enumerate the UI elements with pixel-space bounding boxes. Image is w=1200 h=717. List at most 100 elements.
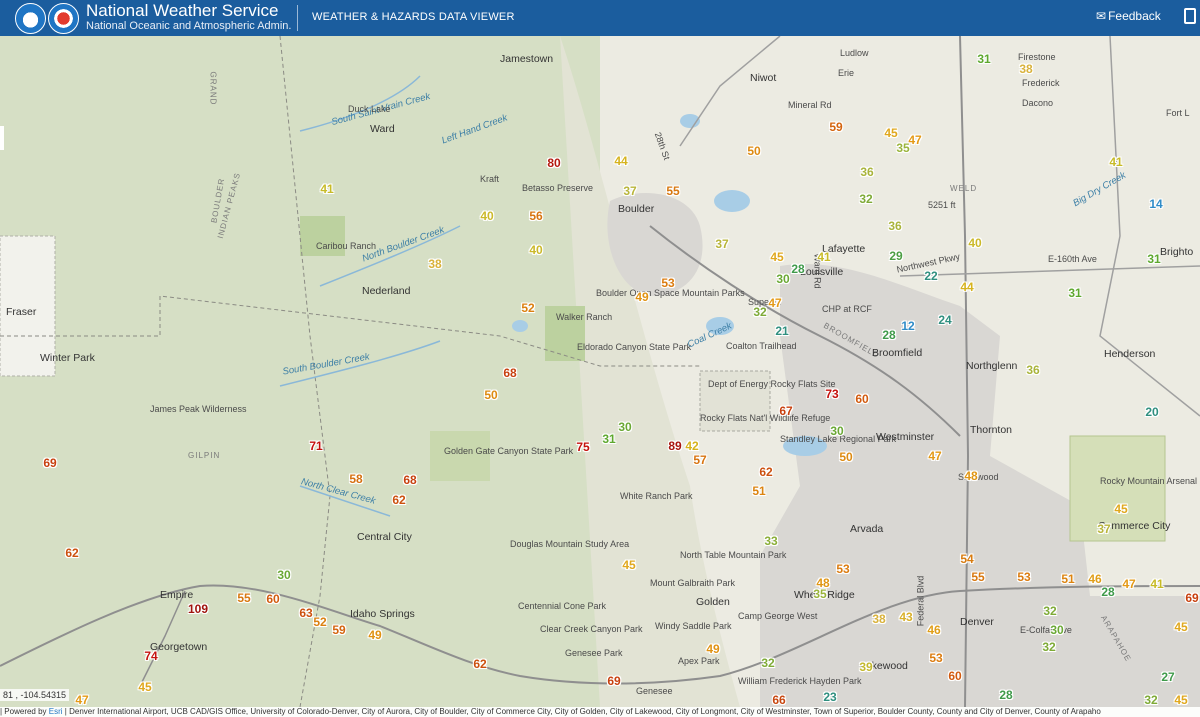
reading-marker[interactable]: 42 [685, 440, 698, 452]
reading-marker[interactable]: 53 [1017, 571, 1030, 583]
reading-marker[interactable]: 45 [1174, 694, 1187, 706]
reading-marker[interactable]: 60 [948, 670, 961, 682]
reading-marker[interactable]: 55 [237, 592, 250, 604]
reading-marker[interactable]: 12 [901, 320, 914, 332]
reading-marker[interactable]: 45 [138, 681, 151, 693]
reading-marker[interactable]: 57 [693, 454, 706, 466]
reading-marker[interactable]: 27 [1161, 671, 1174, 683]
reading-marker[interactable]: 45 [1174, 621, 1187, 633]
reading-marker[interactable]: 23 [823, 691, 836, 703]
reading-marker[interactable]: 66 [772, 694, 785, 706]
reading-marker[interactable]: 30 [618, 421, 631, 433]
map-canvas[interactable]: Jamestown South Saint Vrain Creek Duck L… [0, 36, 1200, 707]
reading-marker[interactable]: 32 [859, 193, 872, 205]
reading-marker[interactable]: 28 [999, 689, 1012, 701]
reading-marker[interactable]: 109 [188, 603, 208, 615]
reading-marker[interactable]: 62 [759, 466, 772, 478]
reading-marker[interactable]: 45 [770, 251, 783, 263]
reading-marker[interactable]: 60 [266, 593, 279, 605]
reading-marker[interactable]: 68 [503, 367, 516, 379]
reading-marker[interactable]: 49 [635, 291, 648, 303]
reading-marker[interactable]: 62 [392, 494, 405, 506]
reading-marker[interactable]: 63 [299, 607, 312, 619]
nws-logo-icon[interactable] [48, 3, 79, 34]
reading-marker[interactable]: 67 [779, 405, 792, 417]
reading-marker[interactable]: 14 [1149, 198, 1162, 210]
map-side-control[interactable] [0, 126, 4, 150]
reading-marker[interactable]: 75 [576, 441, 589, 453]
reading-marker[interactable]: 51 [1061, 573, 1074, 585]
reading-marker[interactable]: 59 [829, 121, 842, 133]
reading-marker[interactable]: 35 [896, 142, 909, 154]
reading-marker[interactable]: 38 [428, 258, 441, 270]
reading-marker[interactable]: 29 [889, 250, 902, 262]
reading-marker[interactable]: 47 [928, 450, 941, 462]
reading-marker[interactable]: 47 [75, 694, 88, 706]
document-icon[interactable] [1184, 8, 1196, 24]
reading-marker[interactable]: 49 [368, 629, 381, 641]
reading-marker[interactable]: 56 [529, 210, 542, 222]
reading-marker[interactable]: 51 [752, 485, 765, 497]
reading-marker[interactable]: 37 [623, 185, 636, 197]
reading-marker[interactable]: 69 [607, 675, 620, 687]
reading-marker[interactable]: 45 [1114, 503, 1127, 515]
reading-marker[interactable]: 53 [661, 277, 674, 289]
reading-marker[interactable]: 24 [938, 314, 951, 326]
reading-marker[interactable]: 49 [706, 643, 719, 655]
reading-marker[interactable]: 44 [614, 155, 627, 167]
reading-marker[interactable]: 89 [668, 440, 681, 452]
reading-marker[interactable]: 30 [776, 273, 789, 285]
reading-marker[interactable]: 38 [1019, 63, 1032, 75]
reading-marker[interactable]: 21 [775, 325, 788, 337]
reading-marker[interactable]: 80 [547, 157, 560, 169]
reading-marker[interactable]: 45 [622, 559, 635, 571]
reading-marker[interactable]: 55 [666, 185, 679, 197]
reading-marker[interactable]: 55 [971, 571, 984, 583]
reading-marker[interactable]: 58 [349, 473, 362, 485]
reading-marker[interactable]: 52 [313, 616, 326, 628]
reading-marker[interactable]: 71 [309, 440, 322, 452]
esri-link[interactable]: Esri [49, 707, 63, 716]
reading-marker[interactable]: 69 [1185, 592, 1198, 604]
reading-marker[interactable]: 73 [825, 388, 838, 400]
reading-marker[interactable]: 30 [1050, 624, 1063, 636]
reading-marker[interactable]: 47 [1122, 578, 1135, 590]
reading-marker[interactable]: 41 [1150, 578, 1163, 590]
reading-marker[interactable]: 36 [888, 220, 901, 232]
reading-marker[interactable]: 31 [602, 433, 615, 445]
reading-marker[interactable]: 31 [1068, 287, 1081, 299]
reading-marker[interactable]: 53 [929, 652, 942, 664]
reading-marker[interactable]: 53 [836, 563, 849, 575]
reading-marker[interactable]: 46 [927, 624, 940, 636]
reading-marker[interactable]: 41 [817, 251, 830, 263]
reading-marker[interactable]: 37 [715, 238, 728, 250]
feedback-button[interactable]: ✉ Feedback [1096, 9, 1161, 23]
reading-marker[interactable]: 48 [964, 470, 977, 482]
reading-marker[interactable]: 31 [977, 53, 990, 65]
reading-marker[interactable]: 50 [747, 145, 760, 157]
reading-marker[interactable]: 41 [1109, 156, 1122, 168]
reading-marker[interactable]: 20 [1145, 406, 1158, 418]
reading-marker[interactable]: 32 [1144, 694, 1157, 706]
reading-marker[interactable]: 52 [521, 302, 534, 314]
reading-marker[interactable]: 32 [761, 657, 774, 669]
reading-marker[interactable]: 40 [968, 237, 981, 249]
reading-marker[interactable]: 68 [403, 474, 416, 486]
reading-marker[interactable]: 36 [860, 166, 873, 178]
reading-marker[interactable]: 28 [791, 263, 804, 275]
reading-marker[interactable]: 37 [1097, 523, 1110, 535]
reading-marker[interactable]: 32 [1043, 605, 1056, 617]
reading-marker[interactable]: 62 [473, 658, 486, 670]
reading-marker[interactable]: 35 [813, 588, 826, 600]
reading-marker[interactable]: 38 [872, 613, 885, 625]
reading-marker[interactable]: 32 [1042, 641, 1055, 653]
reading-marker[interactable]: 44 [960, 281, 973, 293]
reading-marker[interactable]: 31 [1147, 253, 1160, 265]
reading-marker[interactable]: 62 [65, 547, 78, 559]
noaa-logo-icon[interactable] [15, 3, 46, 34]
reading-marker[interactable]: 40 [529, 244, 542, 256]
reading-marker[interactable]: 50 [839, 451, 852, 463]
reading-marker[interactable]: 28 [1101, 586, 1114, 598]
reading-marker[interactable]: 59 [332, 624, 345, 636]
reading-marker[interactable]: 45 [884, 127, 897, 139]
